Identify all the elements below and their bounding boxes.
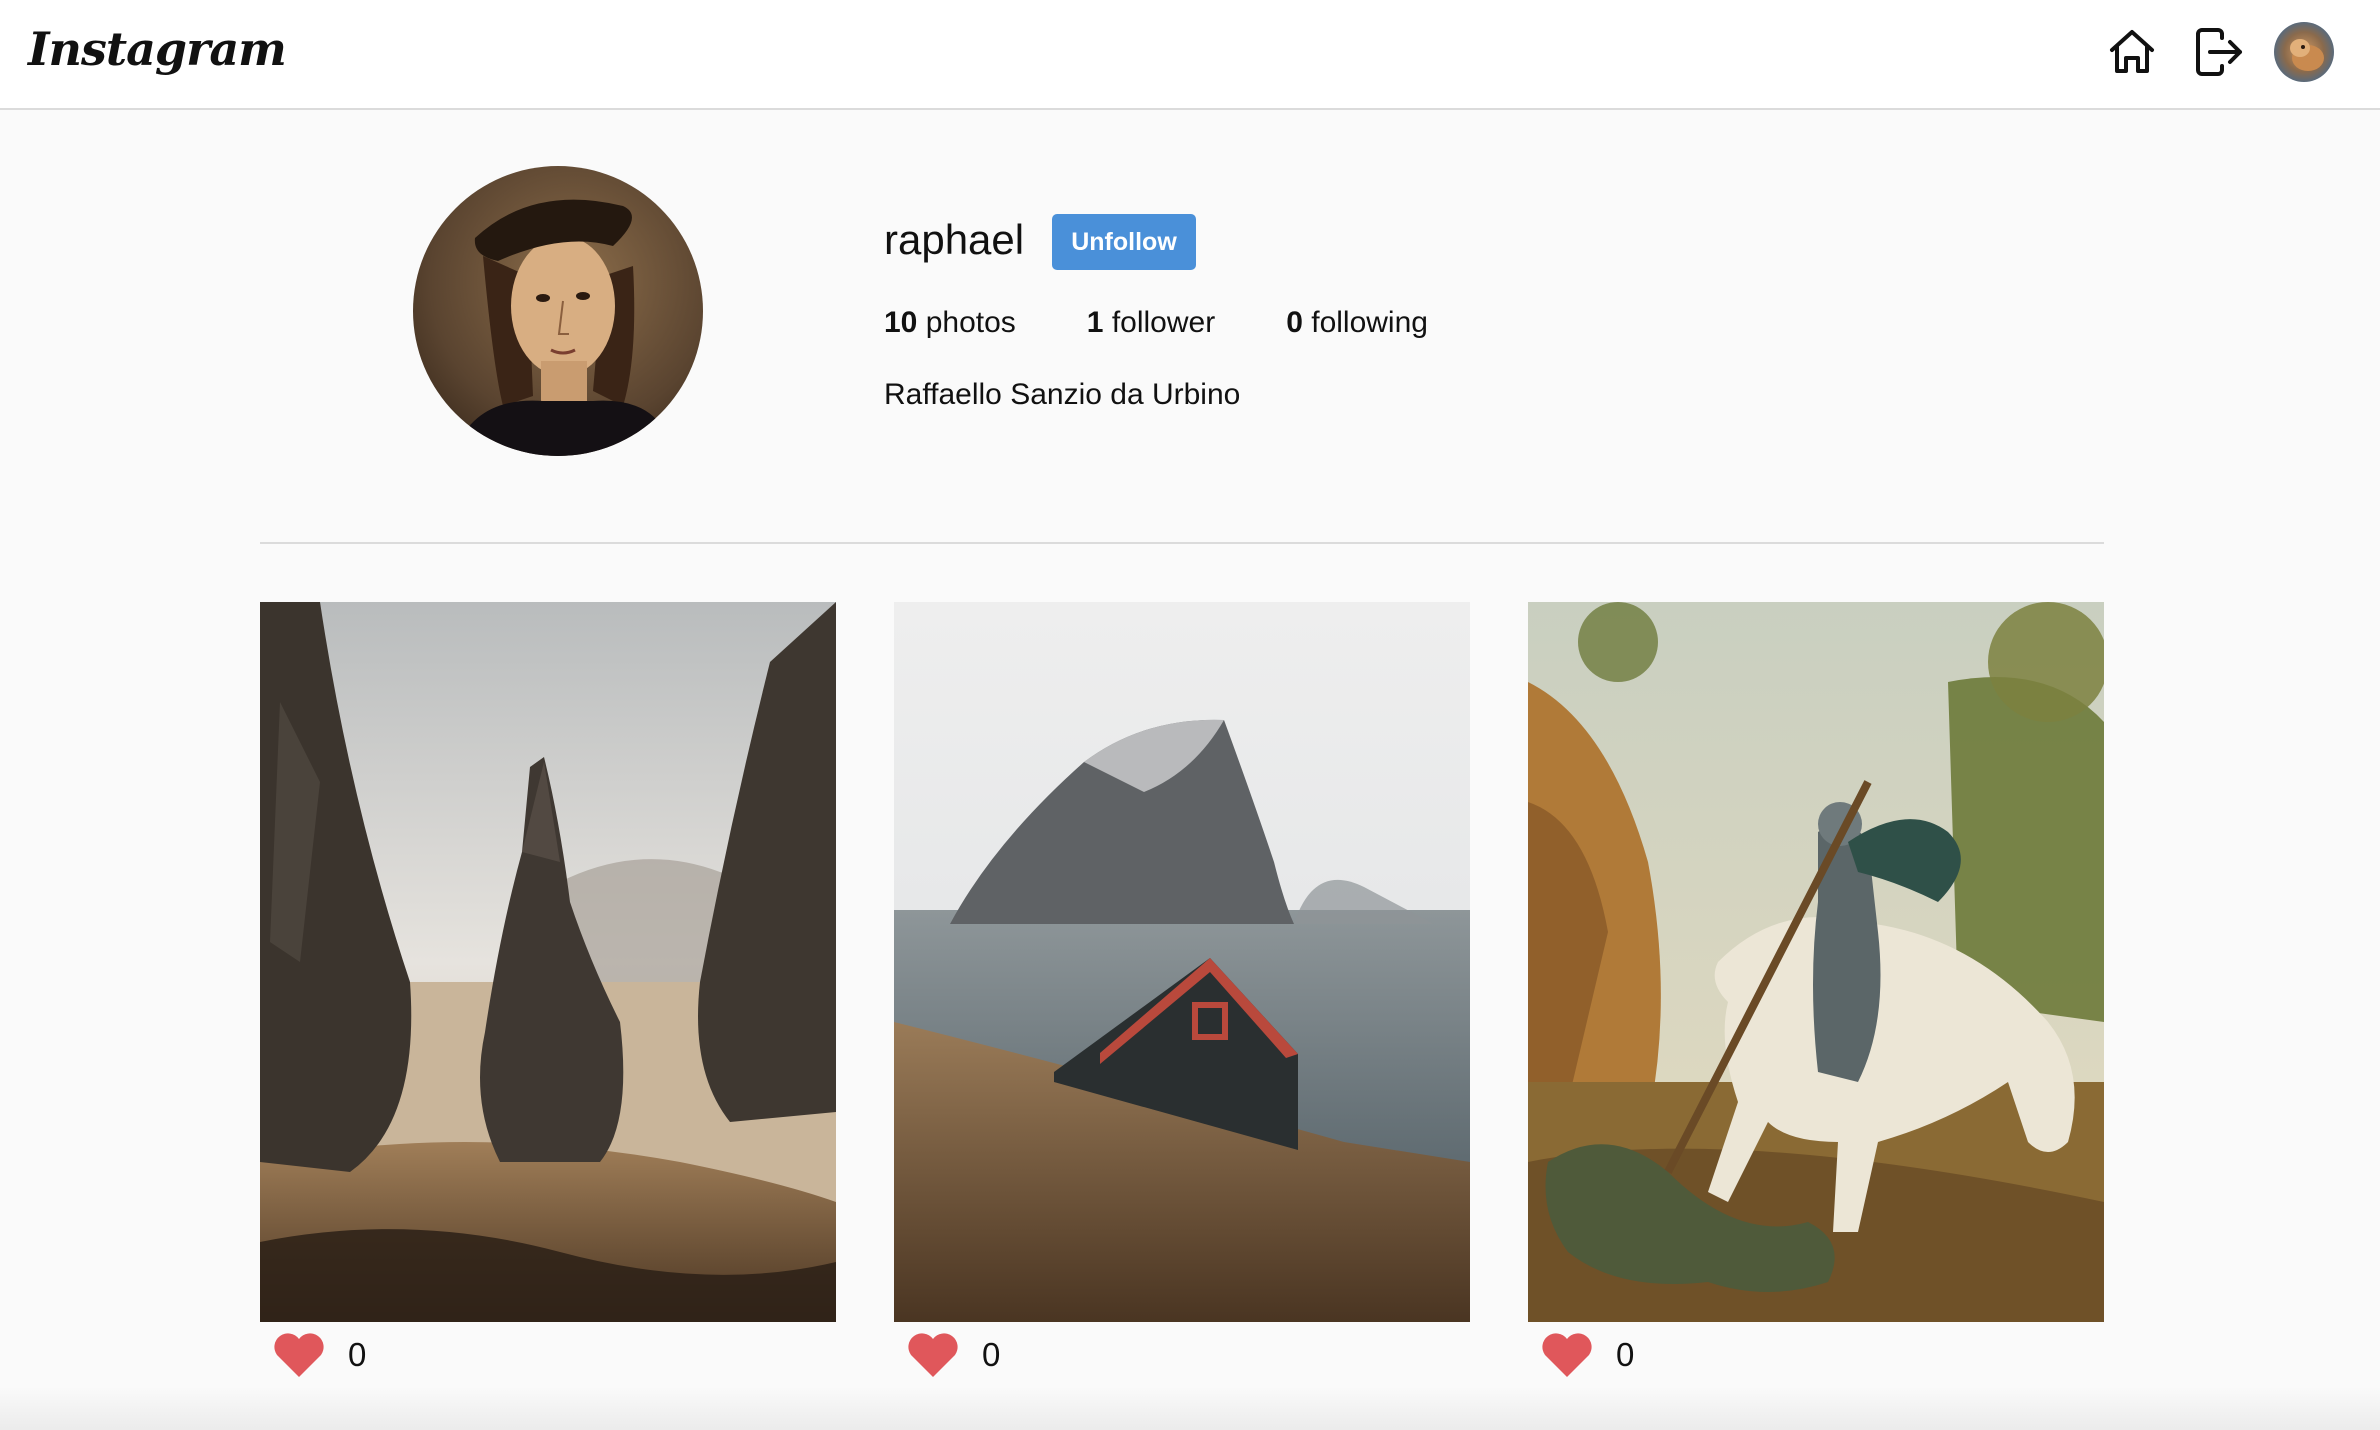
post-card: 0 bbox=[260, 602, 836, 1388]
post-image[interactable] bbox=[1528, 602, 2104, 1322]
photos-label: photos bbox=[925, 306, 1016, 339]
profile-stats: 10 photos 1 follower 0 following bbox=[884, 306, 1499, 340]
heart-icon[interactable] bbox=[906, 1331, 960, 1379]
instagram-logo[interactable]: Instagram bbox=[28, 22, 287, 76]
top-navigation-bar: Instagram bbox=[0, 0, 2380, 110]
profile-full-name: Raffaello Sanzio da Urbino bbox=[884, 378, 1241, 411]
post-image[interactable] bbox=[894, 602, 1470, 1322]
followers-label: follower bbox=[1111, 306, 1216, 339]
following-count: 0 bbox=[1286, 306, 1303, 339]
heart-icon[interactable] bbox=[1540, 1331, 1594, 1379]
like-count: 0 bbox=[348, 1336, 367, 1373]
post-footer: 0 bbox=[894, 1322, 1470, 1388]
home-icon[interactable] bbox=[2104, 24, 2160, 80]
logout-icon[interactable] bbox=[2190, 24, 2246, 80]
following-label: following bbox=[1311, 306, 1428, 339]
heart-icon[interactable] bbox=[272, 1331, 326, 1379]
like-count: 0 bbox=[982, 1336, 1001, 1373]
profile-avatar bbox=[413, 166, 703, 456]
following-stat: 0 following bbox=[1286, 306, 1428, 340]
section-divider bbox=[260, 542, 2104, 544]
photos-count: 10 bbox=[884, 306, 918, 339]
like-count: 0 bbox=[1616, 1336, 1635, 1373]
bottom-shadow bbox=[0, 1386, 2380, 1430]
followers-stat: 1 follower bbox=[1087, 306, 1215, 340]
user-avatar[interactable] bbox=[2274, 22, 2334, 82]
post-image[interactable] bbox=[260, 602, 836, 1322]
post-footer: 0 bbox=[1528, 1322, 2104, 1388]
followers-count: 1 bbox=[1086, 306, 1104, 339]
profile-username: raphael bbox=[884, 216, 1025, 263]
photos-stat: 10 photos bbox=[884, 306, 1016, 340]
post-card: 0 bbox=[1528, 602, 2104, 1388]
post-footer: 0 bbox=[260, 1322, 836, 1388]
post-card: 0 bbox=[894, 602, 1470, 1388]
unfollow-button[interactable]: Unfollow bbox=[1052, 214, 1196, 270]
